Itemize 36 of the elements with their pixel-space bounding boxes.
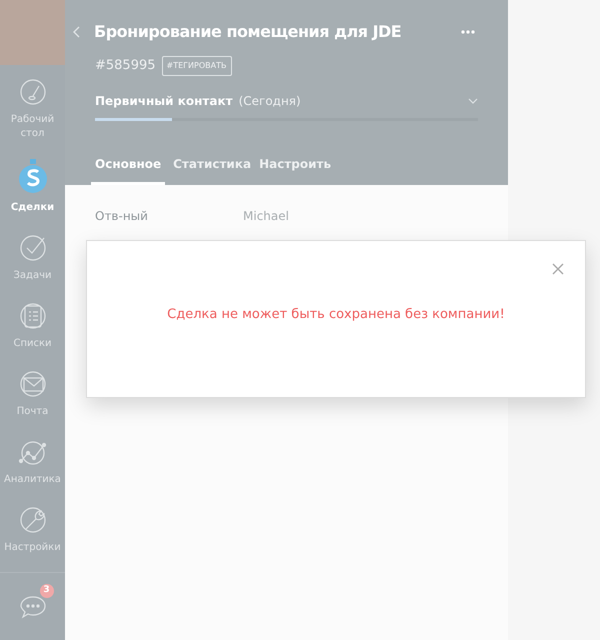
sidebar-item[interactable]: Рабочий стол	[0, 65, 65, 147]
tab[interactable]: Статистика	[169, 155, 256, 185]
sidebar-item[interactable]: Списки	[0, 289, 65, 357]
back-chevron-icon[interactable]	[73, 26, 80, 38]
tab[interactable]: Настроить	[255, 155, 336, 185]
chevron-down-icon[interactable]	[468, 98, 478, 104]
settings-icon	[18, 505, 48, 535]
sidebar-label: Почта	[16, 405, 48, 419]
stage-name: Первичный контакт	[95, 93, 233, 110]
error-message: Сделка не может быть сохранена без компании!	[167, 306, 505, 324]
sidebar-label: Аналитика	[4, 473, 61, 487]
stage-date: (Сегодня)	[238, 93, 302, 110]
dollar-icon	[18, 159, 48, 195]
sidebar-item[interactable]: Сделки	[0, 147, 65, 221]
lists-icon	[18, 301, 48, 331]
notification-badge: 3	[40, 584, 54, 598]
close-icon[interactable]	[552, 263, 564, 275]
sidebar-item[interactable]: Задачи	[0, 221, 65, 289]
sidebar-label: Списки	[13, 337, 52, 351]
deal-title: Бронирование помещения для JDE	[94, 21, 402, 43]
tab[interactable]: Основное	[91, 155, 166, 185]
field-value[interactable]: Michael	[243, 207, 289, 225]
mail-icon	[18, 369, 48, 399]
sidebar-label: Настройки	[4, 541, 61, 555]
tasks-icon	[18, 233, 48, 263]
sidebar-label: Рабочий стол	[10, 113, 54, 141]
sidebar-label: Задачи	[14, 269, 52, 283]
sidebar-item[interactable]: Почта	[0, 357, 65, 425]
deal-number: #585995	[95, 57, 156, 76]
sidebar-label: Сделки	[10, 201, 54, 215]
tag-button[interactable]: #ТЕГИРОВАТЬ	[162, 56, 232, 76]
dashboard-icon	[18, 77, 48, 107]
field-label: Отв-ный	[95, 208, 149, 225]
sidebar-item[interactable]: Настройки	[0, 493, 65, 561]
more-icon[interactable]	[461, 30, 475, 34]
sidebar-item[interactable]: Аналитика	[0, 425, 65, 493]
